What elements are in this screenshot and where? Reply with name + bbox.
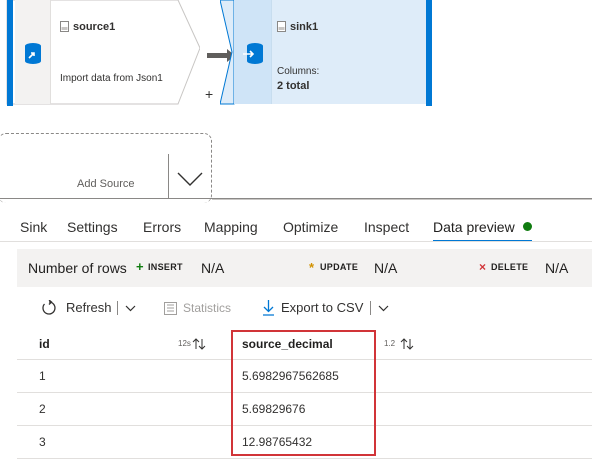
add-transformation-plus[interactable]: + [205, 86, 213, 102]
toolbar-separator [117, 301, 118, 315]
insert-plus-icon: + [136, 259, 144, 274]
download-icon[interactable] [262, 299, 275, 316]
row-counts-bar: Number of rows + INSERT N/A * UPDATE N/A… [17, 249, 592, 287]
tabs-border [0, 241, 592, 242]
sink-columns-value: 2 total [277, 80, 310, 92]
chevron-down-icon[interactable] [176, 170, 204, 188]
update-tag: UPDATE [320, 262, 359, 272]
source1-node[interactable]: source1 Import data from Json1 [3, 0, 200, 106]
tab-errors[interactable]: Errors [143, 218, 181, 242]
sink1-node[interactable]: sink1 Columns: 2 total [220, 0, 434, 106]
statistics-icon [164, 302, 177, 315]
bottom-panel-tabs: Sink Settings Errors Mapping Optimize In… [0, 218, 592, 242]
sink-dataset-icon [277, 21, 286, 32]
data-flow-canvas[interactable]: source1 Import data from Json1 + sink1 C… [0, 0, 592, 203]
pane-divider-inner [212, 199, 592, 200]
source-node-title: source1 [73, 21, 116, 33]
tab-sink[interactable]: Sink [20, 218, 47, 242]
source-decimal-type-tag: 1.2 [384, 339, 396, 348]
status-dot-icon [522, 222, 532, 231]
source-decimal-highlight-box [231, 330, 376, 456]
id-type-tag: 12s [178, 339, 191, 348]
refresh-icon[interactable] [41, 300, 57, 316]
tab-settings[interactable]: Settings [67, 218, 118, 242]
preview-toolbar: Refresh Statistics Export to CSV [0, 296, 592, 320]
insert-count: N/A [201, 260, 225, 276]
column-header-id[interactable]: id [39, 337, 50, 351]
tab-data-preview[interactable]: Data preview [433, 218, 532, 242]
sort-icon[interactable] [400, 338, 414, 350]
statistics-button[interactable]: Statistics [183, 301, 231, 315]
delete-count: N/A [545, 260, 569, 276]
insert-tag: INSERT [148, 262, 183, 272]
cell-id: 3 [39, 435, 46, 449]
tab-optimize[interactable]: Optimize [283, 218, 338, 242]
add-source-divider [168, 154, 169, 198]
cell-id: 2 [39, 402, 46, 416]
sort-icon[interactable] [192, 338, 206, 350]
sink-node-title: sink1 [290, 21, 319, 33]
update-asterisk-icon: * [309, 260, 315, 275]
json-file-icon [60, 21, 69, 32]
database-source-icon [25, 43, 41, 64]
sink-icon-strip [234, 0, 272, 104]
tab-inspect[interactable]: Inspect [364, 218, 409, 242]
sink-columns-label: Columns: [277, 66, 320, 77]
toolbar-separator-2 [370, 301, 371, 315]
refresh-chevron-down-icon[interactable] [125, 305, 136, 312]
delete-x-icon: × [479, 260, 487, 274]
number-of-rows-label: Number of rows [28, 260, 127, 276]
sink-node-accent-bar [426, 0, 432, 106]
database-sink-icon [243, 43, 263, 64]
export-chevron-down-icon[interactable] [378, 305, 389, 312]
add-source-label[interactable]: Add Source [77, 178, 134, 190]
tab-mapping[interactable]: Mapping [204, 218, 258, 242]
export-to-csv-button[interactable]: Export to CSV [281, 300, 363, 315]
delete-tag: DELETE [491, 262, 529, 272]
source-icon-strip [15, 0, 51, 104]
update-count: N/A [374, 260, 398, 276]
source-node-accent-bar [7, 0, 13, 106]
add-source-button[interactable] [0, 133, 212, 203]
cell-id: 1 [39, 369, 46, 383]
source-node-description: Import data from Json1 [60, 73, 163, 84]
refresh-button[interactable]: Refresh [66, 300, 112, 315]
